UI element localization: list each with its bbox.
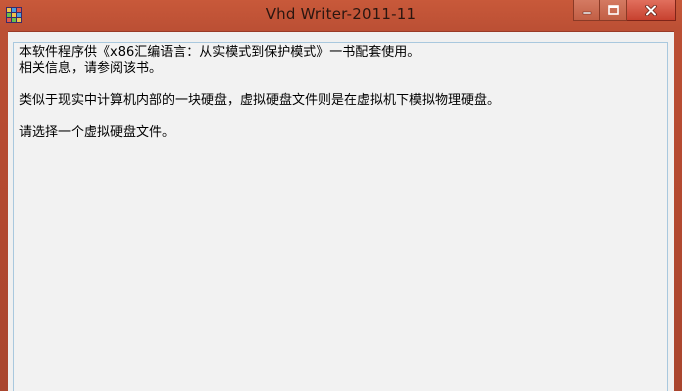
app-window: Vhd Writer-2011-11 本软件程序供《x86汇编语言：从实模式到保… xyxy=(0,0,682,391)
info-line-1: 本软件程序供《x86汇编语言：从实模式到保护模式》一书配套使用。 xyxy=(19,45,421,60)
title-bar[interactable]: Vhd Writer-2011-11 xyxy=(0,0,682,30)
info-text-box[interactable]: 本软件程序供《x86汇编语言：从实模式到保护模式》一书配套使用。 相关信息，请参… xyxy=(13,42,668,391)
minimize-button[interactable] xyxy=(573,0,600,21)
info-line-4: 请选择一个虚拟硬盘文件。 xyxy=(19,125,176,140)
close-icon xyxy=(645,4,657,16)
maximize-button[interactable] xyxy=(600,0,627,21)
window-controls xyxy=(573,0,676,21)
info-line-2: 相关信息，请参阅该书。 xyxy=(19,61,163,76)
minimize-icon xyxy=(582,11,591,15)
client-area: 本软件程序供《x86汇编语言：从实模式到保护模式》一书配套使用。 相关信息，请参… xyxy=(8,31,674,391)
maximize-icon xyxy=(607,5,619,15)
info-line-3: 类似于现实中计算机内部的一块硬盘，虚拟硬盘文件则是在虚拟机下模拟物理硬盘。 xyxy=(19,93,501,108)
close-button[interactable] xyxy=(627,0,676,21)
